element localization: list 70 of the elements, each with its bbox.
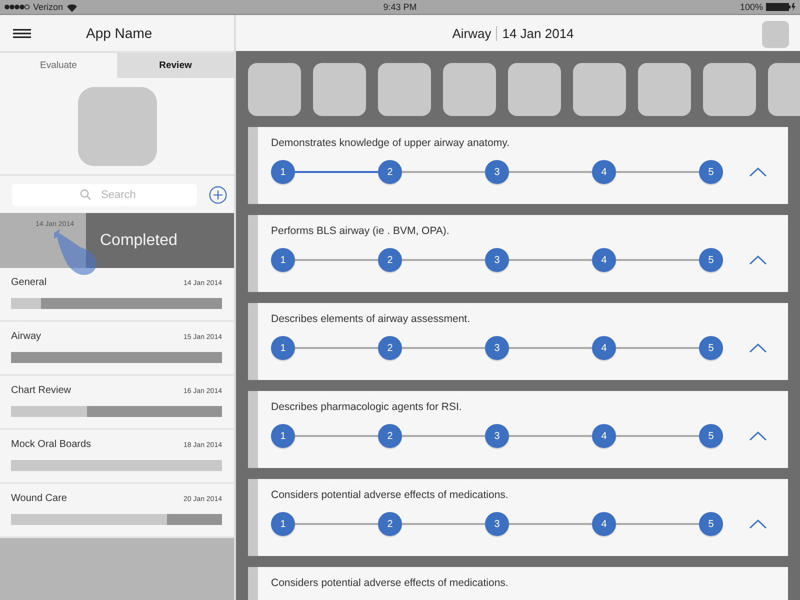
- collapse-button[interactable]: [749, 343, 767, 353]
- rating-step[interactable]: 1: [271, 160, 295, 184]
- page-date: 14 Jan 2014: [502, 26, 574, 40]
- collapse-button[interactable]: [749, 431, 767, 441]
- rating-step[interactable]: 5: [699, 160, 723, 184]
- rating-step[interactable]: 3: [485, 336, 509, 360]
- criterion-text: Describes pharmacologic agents for RSI.: [271, 401, 463, 413]
- thumbnail[interactable]: [443, 63, 496, 116]
- chevron-up-icon: [749, 255, 767, 265]
- rating-step[interactable]: 4: [592, 336, 616, 360]
- plus-icon: [209, 186, 227, 204]
- item-title: General: [11, 277, 47, 288]
- menu-icon: [13, 28, 31, 38]
- rating-step[interactable]: 5: [699, 336, 723, 360]
- rating-step[interactable]: 2: [378, 248, 402, 272]
- thumbnail[interactable]: [703, 63, 756, 116]
- thumbnail[interactable]: [508, 63, 561, 116]
- chevron-up-icon: [749, 167, 767, 177]
- tab[interactable]: Review: [117, 53, 234, 78]
- item-title: Chart Review: [11, 385, 72, 396]
- rating-step[interactable]: 4: [592, 248, 616, 272]
- rating-step[interactable]: 3: [485, 248, 509, 272]
- rating-step[interactable]: 2: [378, 424, 402, 448]
- rating-step[interactable]: 2: [378, 512, 402, 536]
- chevron-up-icon: [749, 343, 767, 353]
- rating-step[interactable]: 3: [485, 424, 509, 448]
- item-title: Airway: [11, 331, 42, 342]
- completed-action[interactable]: Completed: [86, 213, 234, 268]
- menu-button[interactable]: [11, 26, 33, 40]
- rating-step[interactable]: 5: [699, 248, 723, 272]
- thumbnail[interactable]: [378, 63, 431, 116]
- rating-step[interactable]: 1: [271, 424, 295, 448]
- page-title: Airway: [452, 26, 498, 40]
- collapse-button[interactable]: [749, 167, 767, 177]
- app-name: App Name: [86, 25, 152, 41]
- collapse-button[interactable]: [749, 255, 767, 265]
- rating-step[interactable]: 5: [699, 512, 723, 536]
- status-time: 9:43 PM: [383, 2, 417, 12]
- battery-icon: [766, 3, 796, 11]
- rating-step[interactable]: 4: [592, 160, 616, 184]
- thumbnail[interactable]: [313, 63, 366, 116]
- item-title: Wound Care: [11, 493, 67, 504]
- rating-step[interactable]: 1: [271, 512, 295, 536]
- criterion-text: Performs BLS airway (ie . BVM, OPA).: [271, 225, 450, 237]
- item-title: Mock Oral Boards: [11, 439, 92, 450]
- rating-step[interactable]: 1: [271, 248, 295, 272]
- signal-icon: [4, 4, 30, 10]
- add-button[interactable]: [209, 186, 227, 204]
- carrier-name: Verizon: [33, 2, 64, 12]
- criterion-text: Demonstrates knowledge of upper airway anatomy.: [271, 137, 511, 149]
- criterion-text: Considers potential adverse effects of medications.: [271, 489, 510, 501]
- chevron-up-icon: [749, 431, 767, 441]
- rating-step[interactable]: 2: [378, 160, 402, 184]
- battery-percent: 100%: [740, 2, 763, 12]
- thumbnail[interactable]: [573, 63, 626, 116]
- rating-step[interactable]: 1: [271, 336, 295, 360]
- rating-step[interactable]: 3: [485, 512, 509, 536]
- rating-step[interactable]: 2: [378, 336, 402, 360]
- rating-step[interactable]: 4: [592, 424, 616, 448]
- wifi-icon: [66, 2, 78, 12]
- chevron-up-icon: [749, 519, 767, 529]
- criterion-text: Considers potential adverse effects of medications.: [271, 577, 510, 589]
- rating-step[interactable]: 3: [485, 160, 509, 184]
- criterion-text: Describes elements of airway assessment.: [271, 313, 471, 325]
- collapse-button[interactable]: [749, 519, 767, 529]
- search-field[interactable]: Search: [12, 184, 197, 206]
- thumbnail[interactable]: [248, 63, 301, 116]
- rating-step[interactable]: 5: [699, 424, 723, 448]
- thumbnail[interactable]: [638, 63, 691, 116]
- rating-step[interactable]: 4: [592, 512, 616, 536]
